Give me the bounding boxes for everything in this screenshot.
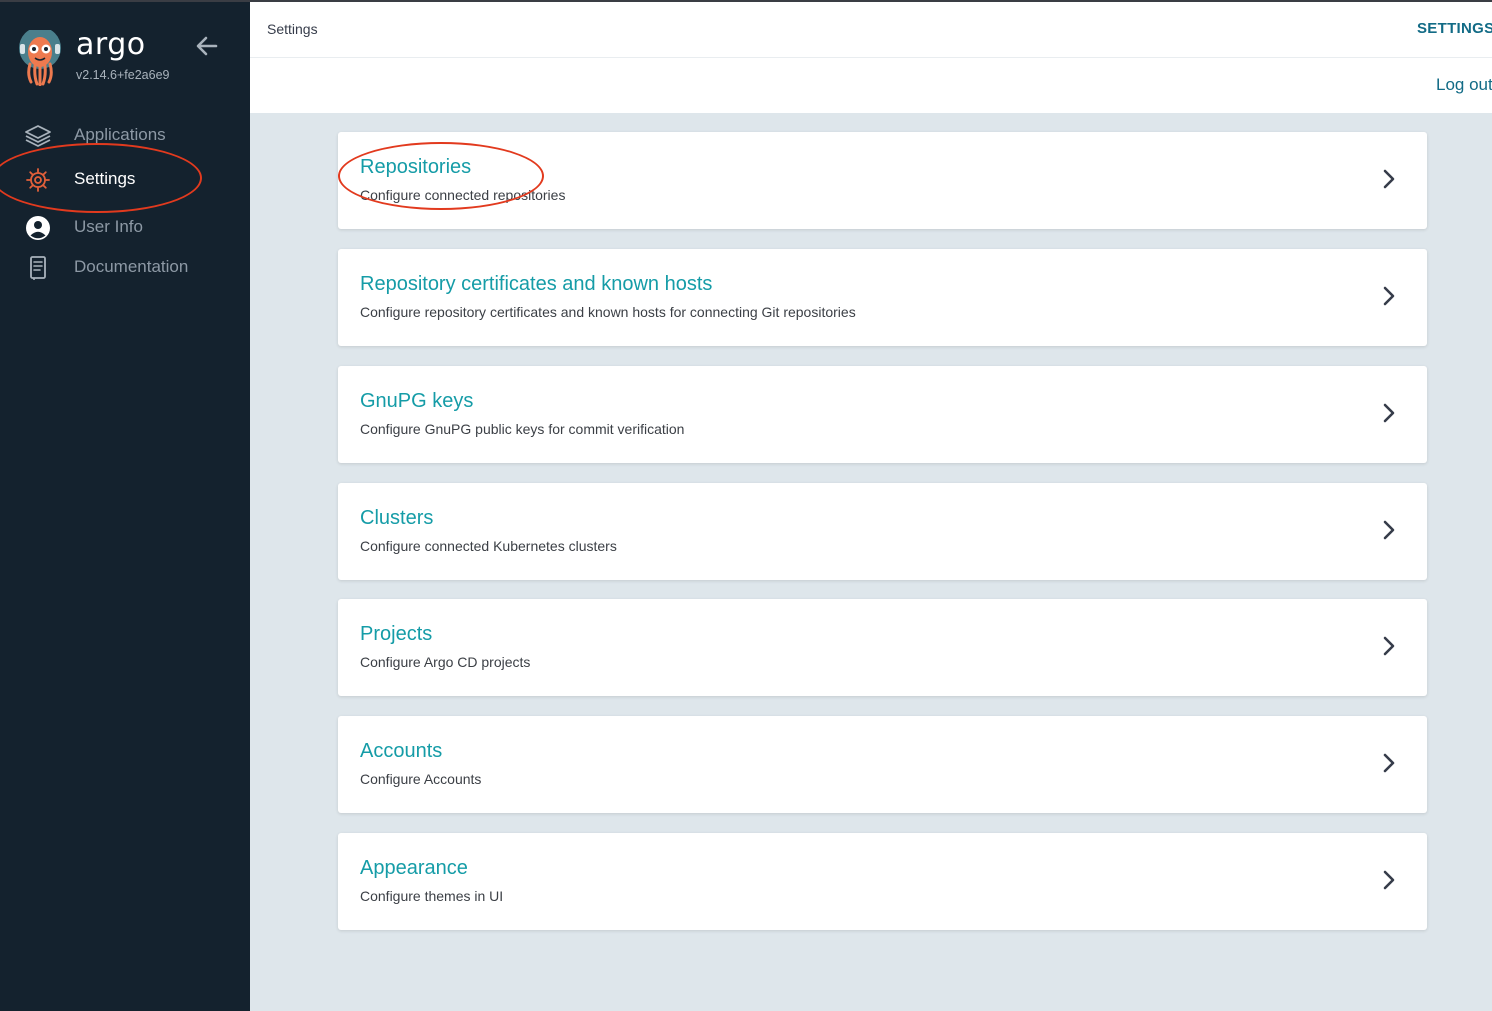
page-title: Settings [267, 21, 318, 37]
settings-card-gnupg-keys[interactable]: GnuPG keys Configure GnuPG public keys f… [338, 366, 1427, 463]
settings-card-accounts[interactable]: Accounts Configure Accounts [338, 716, 1427, 813]
window-top-border [0, 0, 1492, 2]
sidebar-item-documentation[interactable]: Documentation [0, 247, 250, 287]
sidebar-item-label: Applications [74, 125, 166, 144]
sidebar-item-label: User Info [74, 217, 143, 236]
chevron-right-icon [1383, 753, 1395, 773]
settings-card-appearance[interactable]: Appearance Configure themes in UI [338, 833, 1427, 930]
card-description: Configure connected repositories [360, 187, 566, 203]
chevron-right-icon [1383, 286, 1395, 306]
collapse-sidebar-button[interactable] [194, 34, 220, 58]
card-title: Repositories [360, 156, 472, 178]
toolbar: Log out [250, 58, 1492, 113]
card-title: GnuPG keys [360, 390, 474, 412]
settings-card-repositories[interactable]: Repositories Configure connected reposit… [338, 132, 1427, 229]
argo-logo-icon[interactable] [18, 27, 62, 87]
card-description: Configure Argo CD projects [360, 654, 531, 670]
card-title: Projects [360, 623, 433, 645]
chevron-right-icon [1383, 169, 1395, 189]
card-description: Configure themes in UI [360, 888, 504, 904]
card-description: Configure GnuPG public keys for commit v… [360, 421, 685, 437]
arrow-left-icon [196, 36, 218, 56]
tab-settings[interactable]: SETTINGS [1417, 20, 1492, 37]
sidebar-item-applications[interactable]: Applications [0, 115, 250, 155]
chevron-right-icon [1383, 403, 1395, 423]
sidebar-item-label: Settings [74, 169, 136, 188]
card-description: Configure Accounts [360, 771, 482, 787]
gear-icon [24, 167, 52, 193]
brand-name: argo [76, 27, 146, 62]
brand-version: v2.14.6+fe2a6e9 [76, 68, 170, 82]
sidebar: argo v2.14.6+fe2a6e9 Applications Settin… [0, 0, 250, 1011]
sidebar-item-user-info[interactable]: User Info [0, 207, 250, 247]
top-header: Settings SETTINGS [250, 2, 1492, 58]
card-description: Configure connected Kubernetes clusters [360, 538, 617, 554]
settings-card-projects[interactable]: Projects Configure Argo CD projects [338, 599, 1427, 696]
chevron-right-icon [1383, 520, 1395, 540]
card-description: Configure repository certificates and kn… [360, 304, 856, 320]
card-title: Appearance [360, 857, 468, 879]
settings-card-repository-certificates[interactable]: Repository certificates and known hosts … [338, 249, 1427, 346]
card-title: Clusters [360, 507, 434, 529]
user-icon [24, 215, 52, 241]
card-title: Repository certificates and known hosts [360, 273, 713, 295]
book-icon [24, 255, 52, 281]
layers-icon [24, 123, 52, 149]
card-title: Accounts [360, 740, 443, 762]
logout-button[interactable]: Log out [1436, 75, 1492, 95]
settings-card-clusters[interactable]: Clusters Configure connected Kubernetes … [338, 483, 1427, 580]
chevron-right-icon [1383, 636, 1395, 656]
sidebar-item-settings[interactable]: Settings [0, 159, 250, 199]
sidebar-item-label: Documentation [74, 257, 189, 276]
chevron-right-icon [1383, 870, 1395, 890]
